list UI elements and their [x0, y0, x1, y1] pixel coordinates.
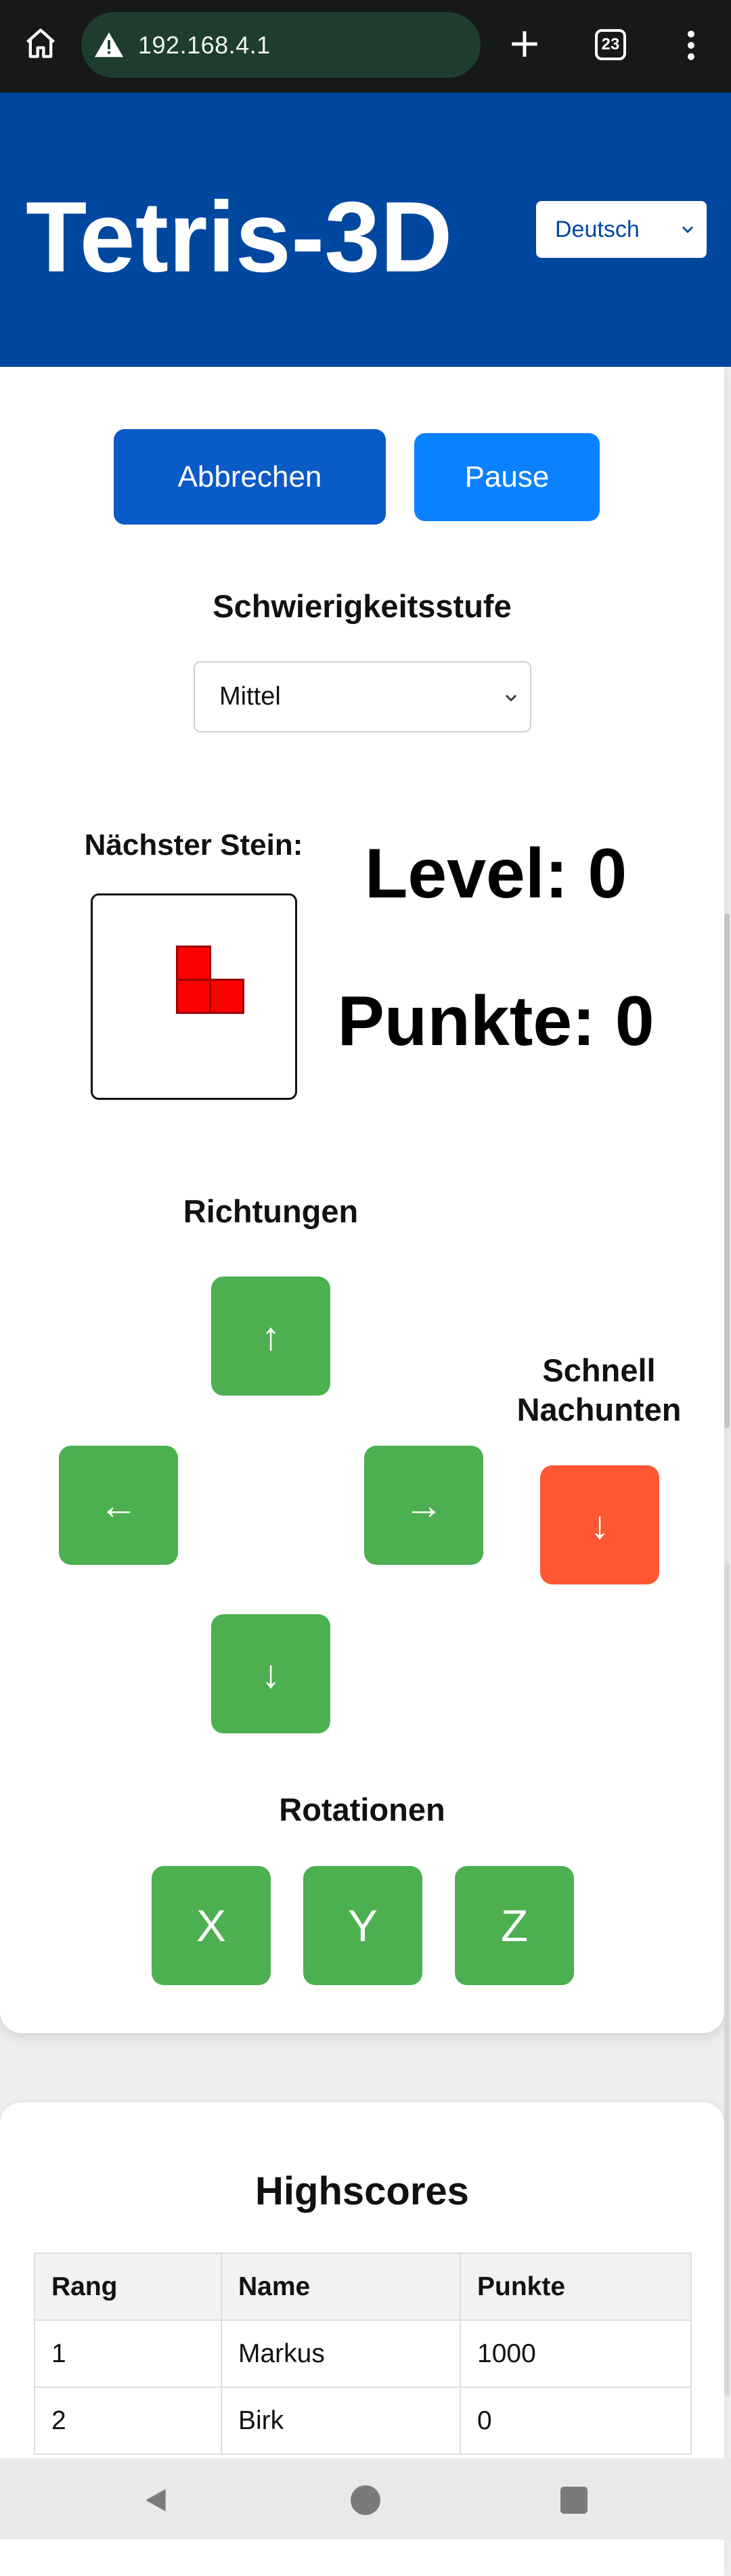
game-card: Abbrechen Pause Schwierigkeitsstufe Mitt…	[0, 367, 724, 2033]
name-cell: Birk	[221, 2386, 461, 2455]
language-value: Deutsch	[555, 216, 640, 242]
pause-button[interactable]: Pause	[414, 433, 600, 521]
fast-drop-label: Schnell Nachunten	[516, 1352, 682, 1427]
fast-drop-button[interactable]: ↓	[540, 1465, 659, 1584]
cancel-button[interactable]: Abbrechen	[114, 429, 386, 525]
system-nav-bar	[0, 2458, 731, 2539]
url-text: 192.168.4.1	[138, 30, 271, 59]
home-icon[interactable]	[23, 26, 58, 61]
points-cell: 0	[460, 2386, 692, 2455]
chevron-down-icon	[506, 694, 516, 702]
table-row: 1 Markus 1000	[34, 2319, 692, 2388]
language-select[interactable]: Deutsch	[536, 201, 707, 258]
difficulty-label: Schwierigkeitsstufe	[213, 588, 512, 624]
piece-cell	[209, 979, 244, 1014]
column-header-name: Name	[221, 2252, 461, 2321]
scrollbar-track	[724, 1563, 730, 2396]
address-bar[interactable]: 192.168.4.1	[81, 12, 481, 78]
table-header-row: Rang Name Punkte	[34, 2252, 692, 2321]
back-icon[interactable]	[141, 2485, 171, 2515]
column-header-points: Punkte	[460, 2252, 692, 2321]
tab-switcher-button[interactable]: 23	[595, 29, 626, 60]
rotate-z-button[interactable]: Z	[455, 1866, 574, 1985]
next-piece-label: Nächster Stein:	[84, 828, 303, 862]
highscores-title: Highscores	[255, 2169, 469, 2213]
column-header-rank: Rang	[34, 2252, 222, 2321]
home-circle-icon[interactable]	[351, 2485, 380, 2515]
rank-cell: 1	[34, 2319, 222, 2388]
move-down-button[interactable]: ↓	[211, 1614, 330, 1733]
recent-apps-icon[interactable]	[560, 2487, 588, 2514]
warning-icon	[94, 32, 124, 57]
difficulty-value: Mittel	[219, 682, 281, 711]
scrollbar[interactable]	[724, 914, 730, 1428]
rank-cell: 2	[34, 2386, 222, 2455]
name-cell: Markus	[221, 2319, 461, 2388]
move-left-button[interactable]: ←	[59, 1446, 178, 1565]
piece-cell	[176, 979, 211, 1014]
app-header: Tetris-3D Deutsch	[0, 93, 731, 367]
rotate-x-button[interactable]: X	[152, 1866, 271, 1985]
plus-icon[interactable]	[508, 27, 541, 61]
piece-cell	[176, 946, 211, 981]
rotations-label: Rotationen	[279, 1792, 445, 1827]
points-display: Punkte: 0	[337, 982, 655, 1061]
table-row: 2 Birk 0	[34, 2386, 692, 2455]
highscores-table: Rang Name Punkte 1 Markus 1000 2 Birk 0	[34, 2252, 692, 2455]
move-up-button[interactable]: ↑	[211, 1276, 330, 1396]
difficulty-select[interactable]: Mittel	[194, 661, 531, 732]
chevron-down-icon	[682, 226, 693, 234]
points-cell: 1000	[460, 2319, 692, 2388]
move-right-button[interactable]: →	[364, 1446, 483, 1565]
browser-toolbar: 192.168.4.1 23	[0, 0, 731, 93]
level-display: Level: 0	[364, 835, 627, 913]
directions-label: Richtungen	[183, 1193, 359, 1229]
rotate-y-button[interactable]: Y	[303, 1866, 422, 1985]
next-piece-preview	[91, 893, 297, 1100]
more-vert-icon[interactable]	[681, 28, 701, 62]
page-title: Tetris-3D	[26, 181, 453, 293]
